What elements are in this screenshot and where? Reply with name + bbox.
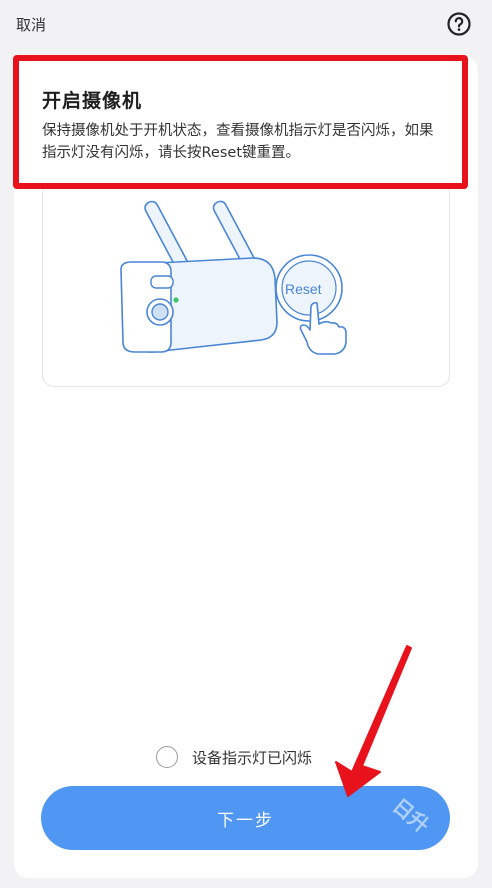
camera-body: [120, 257, 278, 353]
camera-reset-illustration: Reset: [42, 182, 450, 387]
top-bar: 取消: [0, 0, 492, 46]
step-title: 开启摄像机: [42, 90, 143, 112]
reset-label: Reset: [285, 281, 322, 297]
question-circle-icon[interactable]: [447, 12, 471, 36]
indicator-blinking-radio[interactable]: [156, 746, 178, 768]
indicator-blinking-label: 设备指示灯已闪烁: [192, 748, 313, 767]
reset-button-callout: Reset: [275, 254, 343, 322]
indicator-blinking-checkbox-row[interactable]: 设备指示灯已闪烁: [156, 745, 312, 769]
next-step-button[interactable]: 下一步: [41, 786, 450, 850]
cancel-button[interactable]: 取消: [16, 14, 46, 35]
camera-illustration-svg: Reset: [120, 200, 347, 355]
step-description: 保持摄像机处于开机状态，查看摄像机指示灯是否闪烁，如果指示灯没有闪烁，请长按Re…: [42, 123, 434, 161]
